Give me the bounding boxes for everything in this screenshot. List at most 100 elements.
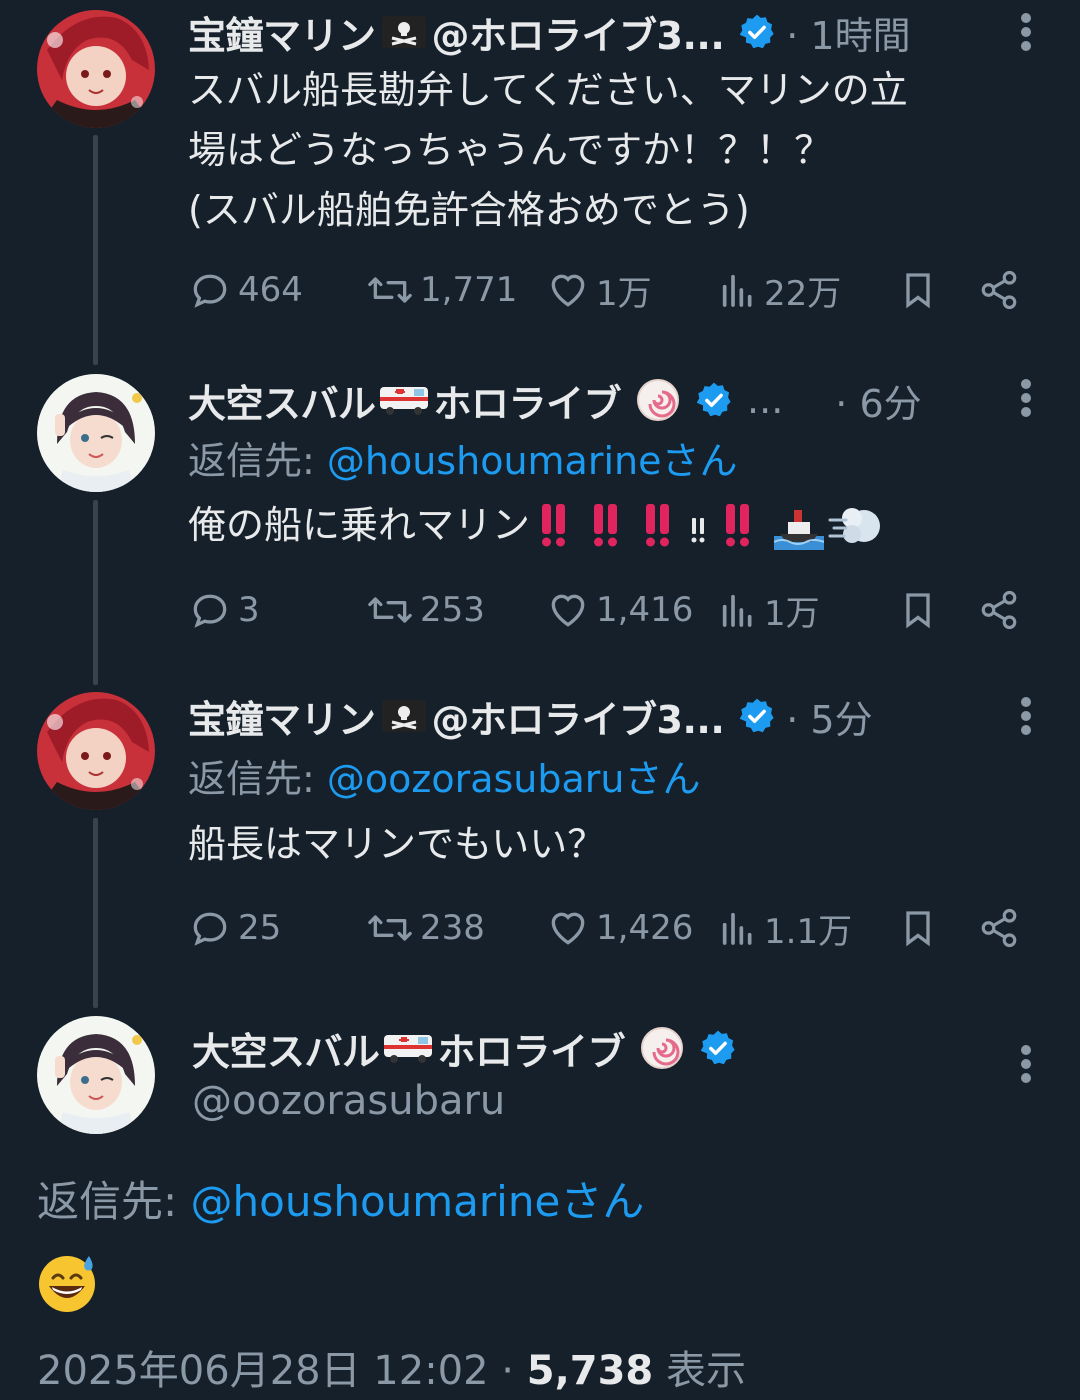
bookmark-icon bbox=[906, 911, 930, 947]
like-button[interactable]: 1,426 bbox=[546, 903, 693, 953]
like-count: 1,416 bbox=[596, 590, 694, 630]
heart-icon bbox=[551, 912, 585, 945]
heart-icon bbox=[551, 594, 585, 627]
name-truncation: ... bbox=[747, 378, 784, 422]
tweet-text: 俺の船に乗れマリン bbox=[188, 503, 531, 547]
like-button[interactable]: 1,416 bbox=[546, 585, 693, 635]
bookmark-button[interactable] bbox=[898, 903, 938, 953]
verified-badge-icon bbox=[696, 382, 731, 417]
tweet-meta: 2025年06月28日 12:02 · 5,738 表示 bbox=[37, 1338, 746, 1396]
views-chart-icon bbox=[722, 274, 752, 307]
thread-connector bbox=[93, 135, 98, 365]
verified-badge-icon bbox=[700, 1030, 735, 1065]
ship-icon bbox=[774, 510, 825, 550]
display-name-suffix[interactable]: @ホロライブ3... bbox=[432, 689, 725, 744]
retweet-icon bbox=[368, 277, 412, 303]
views-chart-icon bbox=[722, 594, 752, 627]
display-name-suffix[interactable]: ホロライブ bbox=[438, 1021, 626, 1076]
thread-connector bbox=[93, 500, 98, 685]
bookmark-button[interactable] bbox=[898, 265, 938, 315]
main-tweet: 大空スバル ホロライブ @oozorasubaru 返信先: @houshoum… bbox=[0, 1012, 1080, 1400]
reply-button[interactable]: 3 bbox=[188, 585, 260, 635]
retweet-button[interactable]: 1,771 bbox=[366, 265, 517, 315]
retweet-button[interactable]: 238 bbox=[366, 903, 485, 953]
display-name[interactable]: 宝鐘マリン bbox=[188, 689, 376, 744]
reply-to-label: 返信先: bbox=[37, 1177, 191, 1226]
share-button[interactable] bbox=[978, 903, 1020, 953]
like-button[interactable]: 1万 bbox=[546, 265, 652, 315]
tweet-actions: 464 1,771 1万 22万 bbox=[188, 265, 1038, 315]
share-icon bbox=[981, 908, 1017, 948]
main-tweet-header: 大空スバル ホロライブ bbox=[192, 1018, 737, 1078]
retweet-icon bbox=[368, 915, 412, 941]
ambulance-icon bbox=[383, 1035, 432, 1063]
tweet-text-line: 場はどうなっちゃうんですか！？！？ bbox=[188, 128, 833, 172]
retweet-icon bbox=[368, 597, 412, 623]
reply-count: 25 bbox=[238, 908, 282, 948]
tweet-text-line: スバル船長勘弁してください、マリンの立 bbox=[188, 68, 908, 112]
more-options-icon[interactable] bbox=[1020, 1044, 1032, 1084]
display-name[interactable]: 宝鐘マリン bbox=[188, 5, 376, 60]
tweet-2[interactable]: 大空スバル ホロライブ ... · 6分 返信先: @houshoumarine… bbox=[0, 370, 1080, 685]
like-count: 1万 bbox=[596, 273, 652, 314]
like-count: 1,426 bbox=[596, 908, 694, 948]
reply-count: 464 bbox=[238, 270, 303, 310]
avatar-subaru[interactable] bbox=[37, 1016, 155, 1134]
retweet-count: 253 bbox=[420, 590, 485, 630]
double-exclamation-icon bbox=[542, 504, 750, 547]
tweet-time[interactable]: · 1時間 bbox=[786, 5, 910, 60]
retweet-button[interactable]: 253 bbox=[366, 585, 485, 635]
views-chart-icon bbox=[722, 912, 752, 945]
more-options-icon[interactable] bbox=[1020, 12, 1032, 52]
tweet-header: 宝鐘マリン @ホロライブ3... · 1時間 bbox=[188, 2, 911, 62]
reply-to-mention[interactable]: @houshoumarineさん bbox=[191, 1177, 645, 1226]
dash-puff-icon bbox=[828, 508, 881, 543]
more-options-icon[interactable] bbox=[1020, 696, 1032, 736]
avatar-subaru[interactable] bbox=[37, 374, 155, 492]
display-name-suffix[interactable]: @ホロライブ3... bbox=[432, 5, 725, 60]
user-handle[interactable]: @oozorasubaru bbox=[192, 1078, 505, 1124]
tweet-body: 船長はマリンでもいい？ bbox=[188, 814, 1028, 874]
verified-badge-icon bbox=[740, 14, 774, 49]
bookmark-button[interactable] bbox=[898, 585, 938, 635]
reply-icon bbox=[193, 274, 227, 308]
views-label: 表示 bbox=[653, 1348, 746, 1394]
share-button[interactable] bbox=[978, 585, 1020, 635]
reply-to-line: 返信先: @oozorasubaruさん bbox=[188, 748, 701, 803]
retweet-count: 1,771 bbox=[420, 270, 518, 310]
reply-to-mention[interactable]: @oozorasubaruさん bbox=[327, 757, 701, 801]
views-button[interactable]: 1万 bbox=[718, 585, 820, 635]
display-name[interactable]: 大空スバル bbox=[188, 373, 376, 428]
more-options-icon[interactable] bbox=[1020, 378, 1032, 418]
tweet-1[interactable]: 宝鐘マリン @ホロライブ3... · 1時間 スバル船長勘弁してください、マリン… bbox=[0, 0, 1080, 365]
views-button[interactable]: 1.1万 bbox=[718, 903, 852, 953]
verified-badge-icon bbox=[740, 698, 774, 733]
tweet-3[interactable]: 宝鐘マリン @ホロライブ3... · 5分 返信先: @oozorasubaru… bbox=[0, 688, 1080, 1008]
display-name[interactable]: 大空スバル bbox=[192, 1021, 380, 1076]
timestamp[interactable]: 2025年06月28日 12:02 · bbox=[37, 1348, 527, 1394]
tweet-time[interactable]: · 5分 bbox=[786, 689, 872, 744]
views-count: 22万 bbox=[764, 273, 842, 314]
views-count: 5,738 bbox=[526, 1348, 654, 1394]
reply-to-mention[interactable]: @houshoumarineさん bbox=[327, 439, 738, 483]
avatar-marine[interactable] bbox=[37, 10, 155, 128]
share-button[interactable] bbox=[978, 265, 1020, 315]
avatar-marine[interactable] bbox=[37, 692, 155, 810]
display-name-suffix[interactable]: ホロライブ bbox=[434, 373, 622, 428]
views-button[interactable]: 22万 bbox=[718, 265, 841, 315]
reply-button[interactable]: 25 bbox=[188, 903, 281, 953]
tweet-time[interactable]: · 6分 bbox=[835, 373, 921, 428]
reply-to-label: 返信先: bbox=[188, 757, 327, 801]
share-icon bbox=[981, 590, 1017, 630]
ambulance-icon bbox=[379, 387, 428, 415]
thread-view: 宝鐘マリン @ホロライブ3... · 1時間 スバル船長勘弁してください、マリン… bbox=[0, 0, 1080, 1400]
tweet-text-line: (スバル船舶免許合格おめでとう) bbox=[188, 188, 750, 232]
reply-button[interactable]: 464 bbox=[188, 265, 303, 315]
reply-icon bbox=[193, 594, 227, 628]
pirate-flag-icon bbox=[381, 16, 426, 48]
heart-icon bbox=[551, 274, 585, 307]
views-count: 1.1万 bbox=[764, 911, 853, 952]
tweet-actions: 25 238 1,426 1.1万 bbox=[188, 903, 1038, 953]
grinning-sweat-icon bbox=[39, 1256, 95, 1312]
reply-to-line: 返信先: @houshoumarineさん bbox=[37, 1168, 644, 1229]
